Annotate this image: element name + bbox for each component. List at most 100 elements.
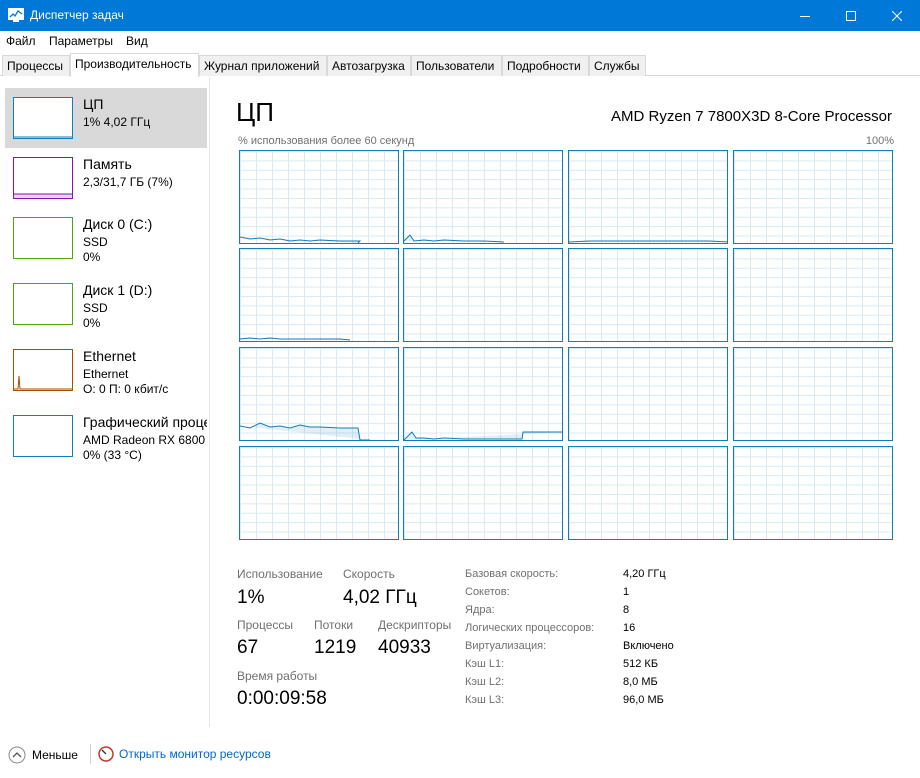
cpu-core-graph: [239, 446, 399, 540]
tab-startup[interactable]: Автозагрузка: [327, 55, 411, 76]
sidebar-item-detail-2: 0%: [83, 316, 101, 330]
spec-label: Базовая скорость:: [465, 568, 559, 580]
gpu-thumbnail-graph: [13, 415, 73, 457]
cpu-core-graph: [568, 347, 728, 441]
processes-value: 67: [237, 637, 259, 658]
speed-value: 4,02 ГГц: [343, 587, 417, 608]
tab-performance[interactable]: Производительность: [70, 53, 199, 77]
sidebar-item-cpu[interactable]: ЦП 1% 4,02 ГГц: [5, 88, 207, 148]
sidebar-item-detail: 2,3/31,7 ГБ (7%): [83, 175, 173, 189]
spec-label: Ядра:: [465, 604, 495, 616]
sidebar-item-detail-2: 0% (33 °C): [83, 448, 142, 462]
footer-divider: [90, 744, 91, 764]
disk-0-thumbnail-graph: [13, 217, 73, 259]
maximize-icon: [846, 10, 856, 21]
sidebar-item-detail: Ethernet: [83, 367, 129, 381]
sidebar-item-detail: SSD: [83, 235, 108, 249]
utilization-max-label: 100%: [865, 135, 894, 147]
sidebar-item-detail-2: 0%: [83, 250, 101, 264]
open-resource-monitor-link[interactable]: Открыть монитор ресурсов: [98, 746, 271, 762]
sidebar-item-memory[interactable]: Память 2,3/31,7 ГБ (7%): [5, 148, 207, 208]
cpu-core-graph: [733, 248, 893, 342]
cpu-core-graph: [568, 150, 728, 244]
sidebar-item-label: Диск 0 (C:): [83, 216, 153, 232]
cpu-usage-trace: [240, 337, 351, 341]
utilization-axis-label: % использования более 60 секунд: [238, 135, 415, 147]
cpu-thumbnail-graph: [13, 97, 73, 139]
chevron-up-icon: [8, 746, 26, 764]
task-manager-icon: [8, 8, 24, 22]
sidebar-item-gpu[interactable]: Графический процессор 0 AMD Radeon RX 68…: [5, 406, 207, 466]
spec-label: Кэш L1:: [465, 658, 505, 670]
window-title: Диспетчер задач: [30, 8, 124, 22]
sidebar-item-label: ЦП: [83, 96, 104, 112]
resource-monitor-icon: [98, 746, 114, 762]
disk-1-thumbnail-graph: [13, 283, 73, 325]
minimize-icon: [800, 15, 810, 17]
cpu-core-graph: [403, 446, 563, 540]
spec-value: 96,0 МБ: [623, 694, 664, 706]
cpu-core-graph: [733, 446, 893, 540]
footer-bar: Меньше Открыть монитор ресурсов: [0, 738, 920, 770]
spec-label: Кэш L2:: [465, 676, 505, 688]
spec-value: Включено: [623, 640, 674, 652]
tab-details[interactable]: Подробности: [502, 55, 589, 76]
close-icon: [892, 10, 902, 21]
title-bar: Диспетчер задач: [0, 0, 920, 31]
menu-bar: Файл Параметры Вид: [0, 31, 920, 52]
handles-value: 40933: [378, 637, 431, 658]
spec-value: 512 КБ: [623, 658, 659, 670]
threads-label: Потоки: [314, 618, 354, 632]
sidebar-item-label: Ethernet: [83, 348, 136, 364]
tab-processes[interactable]: Процессы: [2, 55, 70, 76]
cpu-core-graph: [403, 150, 563, 244]
maximize-button[interactable]: [828, 0, 874, 31]
cpu-core-graph: [239, 248, 399, 342]
fewer-details-button[interactable]: Меньше: [8, 746, 78, 764]
sidebar-item-detail: AMD Radeon RX 6800 XT: [83, 433, 207, 447]
spec-value: 4,20 ГГц: [623, 568, 666, 580]
cpu-core-graph: [733, 347, 893, 441]
cpu-usage-trace: [240, 422, 370, 440]
minimize-button[interactable]: [782, 0, 828, 31]
sidebar-item-detail: SSD: [83, 301, 108, 315]
tab-bar: Процессы Производительность Журнал прило…: [0, 53, 920, 77]
performance-sidebar: ЦП 1% 4,02 ГГц Память 2,3/31,7 ГБ (7%) Д…: [0, 77, 210, 727]
spec-value: 8: [623, 604, 630, 616]
cpu-core-graph: [239, 347, 399, 441]
cpu-core-graph: [403, 248, 563, 342]
sidebar-item-label: Диск 1 (D:): [83, 282, 153, 298]
uptime-value: 0:00:09:58: [237, 688, 327, 709]
sidebar-item-disk-0[interactable]: Диск 0 (C:) SSD 0%: [5, 208, 207, 268]
sidebar-item-disk-1[interactable]: Диск 1 (D:) SSD 0%: [5, 274, 207, 334]
usage-label: Использование: [237, 567, 323, 581]
spec-label: Логических процессоров:: [465, 622, 595, 634]
cpu-core-graph: [403, 347, 563, 441]
fewer-details-label: Меньше: [32, 748, 78, 762]
speed-label: Скорость: [343, 567, 395, 581]
sidebar-item-ethernet[interactable]: Ethernet Ethernet О: 0 П: 0 кбит/с: [5, 340, 207, 400]
menu-options[interactable]: Параметры: [49, 34, 113, 48]
menu-file[interactable]: Файл: [6, 34, 36, 48]
close-button[interactable]: [874, 0, 920, 31]
tab-app-history[interactable]: Журнал приложений: [199, 55, 327, 76]
sidebar-item-detail-2: О: 0 П: 0 кбит/с: [83, 382, 169, 396]
tab-users[interactable]: Пользователи: [411, 55, 502, 76]
threads-value: 1219: [314, 637, 357, 658]
menu-view[interactable]: Вид: [126, 34, 148, 48]
cpu-core-graph: [239, 150, 399, 244]
cpu-usage-trace: [404, 234, 505, 243]
processes-label: Процессы: [237, 618, 294, 632]
spec-value: 16: [623, 622, 636, 634]
spec-value: 8,0 МБ: [623, 676, 658, 688]
sidebar-item-label: Память: [83, 156, 132, 172]
cpu-core-graph: [568, 446, 728, 540]
spec-label: Сокетов:: [465, 586, 510, 598]
uptime-label: Время работы: [237, 669, 318, 683]
spec-label: Кэш L3:: [465, 694, 505, 706]
tab-services[interactable]: Службы: [589, 55, 646, 76]
cpu-usage-trace: [404, 431, 562, 440]
usage-value: 1%: [237, 587, 265, 608]
sidebar-item-label: Графический процессор 0: [83, 414, 207, 430]
cpu-usage-trace: [240, 236, 362, 243]
